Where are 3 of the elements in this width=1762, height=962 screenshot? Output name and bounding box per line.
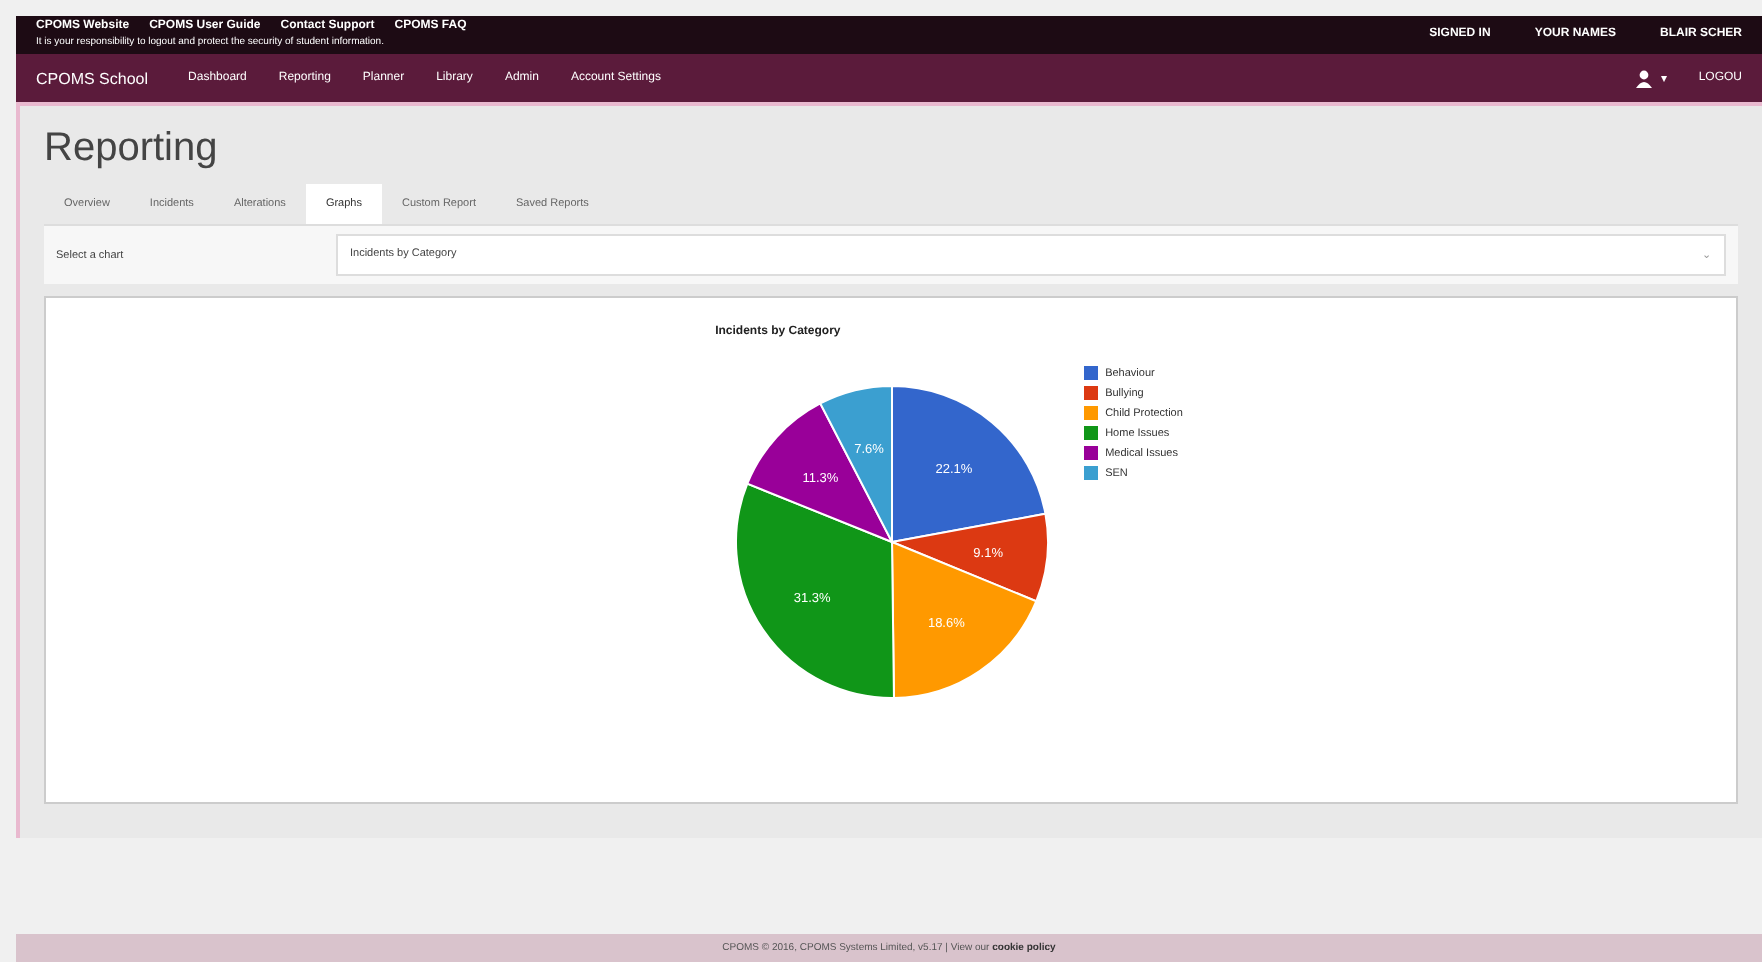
- page-title: Reporting: [44, 126, 220, 172]
- user-icon[interactable]: [1636, 69, 1653, 87]
- brand[interactable]: CPOMS School: [36, 69, 149, 87]
